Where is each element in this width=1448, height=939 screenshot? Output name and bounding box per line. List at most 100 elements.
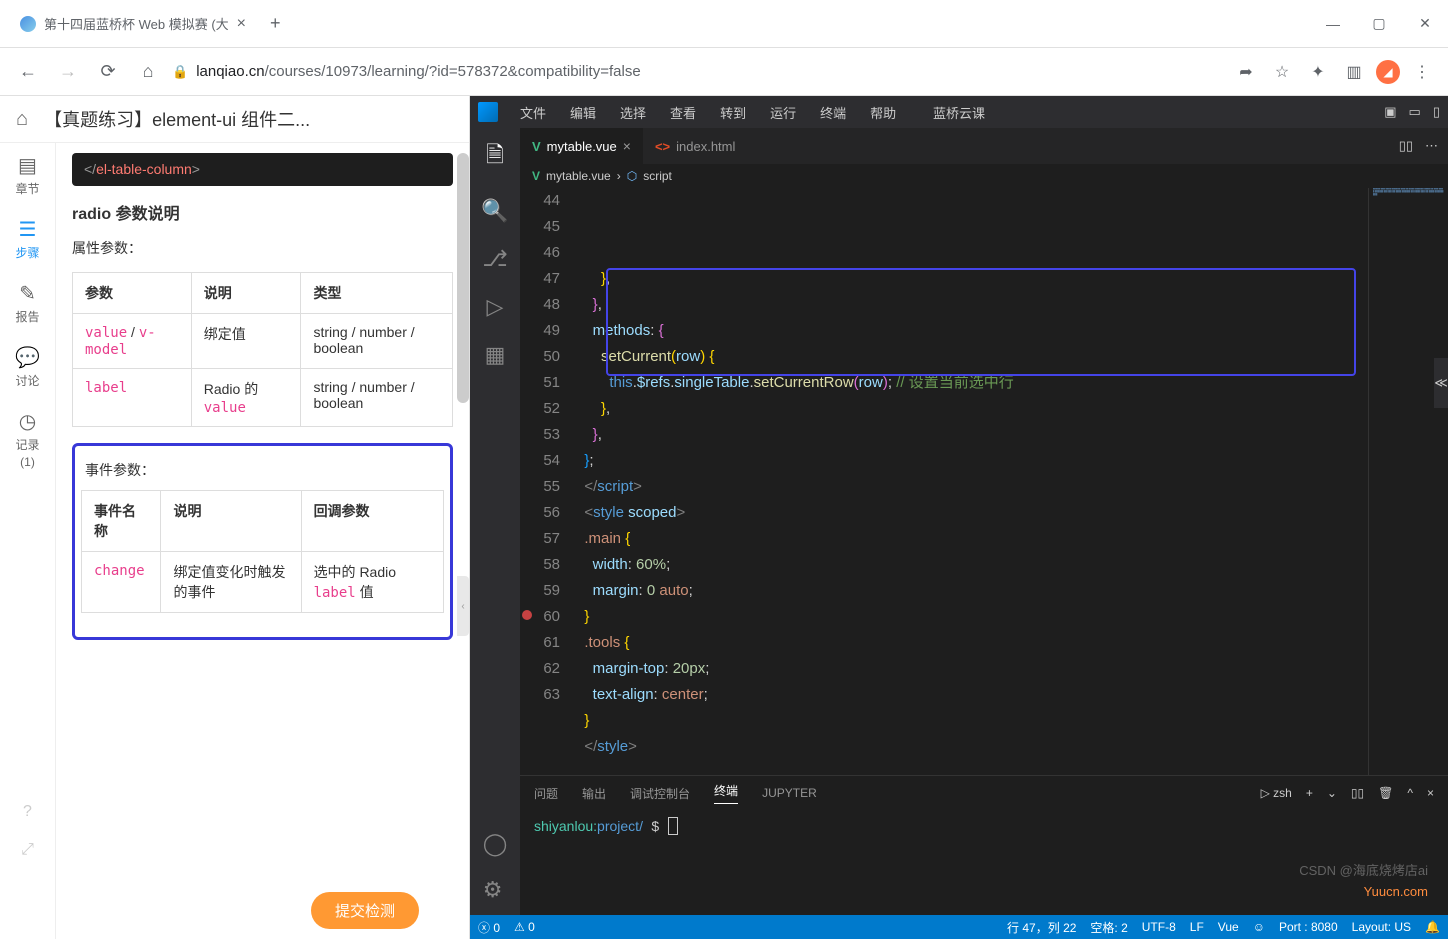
term-tab-output[interactable]: 输出 xyxy=(582,785,606,802)
source-control-icon[interactable]: ⎇ xyxy=(482,246,507,272)
status-eol[interactable]: LF xyxy=(1190,920,1204,934)
menu-run[interactable]: 运行 xyxy=(760,99,806,126)
minimize-icon[interactable]: — xyxy=(1310,4,1356,44)
tab-title: 第十四届蓝桥杯 Web 模拟赛 (大 xyxy=(44,14,229,33)
term-tab-jupyter[interactable]: JUPYTER xyxy=(762,786,817,800)
search-icon[interactable]: 🔍 xyxy=(481,198,508,224)
browser-tab[interactable]: 第十四届蓝桥杯 Web 模拟赛 (大 × xyxy=(8,5,258,43)
terminal-tabs: 问题 输出 调试控制台 终端 JUPYTER ▷ zsh + ⌄ ▯▯ 🗑 ^ xyxy=(520,776,1448,810)
debug-icon[interactable]: ▷ xyxy=(487,294,504,320)
chevron-up-icon[interactable]: ^ xyxy=(1407,786,1413,800)
table-row: value / v-model绑定值string / number / bool… xyxy=(73,314,453,369)
term-tab-terminal[interactable]: 终端 xyxy=(714,782,738,804)
reload-icon[interactable]: ⟳ xyxy=(92,61,124,82)
chevron-down-icon[interactable]: ⌄ xyxy=(1327,786,1337,800)
status-spaces[interactable]: 空格: 2 xyxy=(1090,919,1127,936)
sidebar-item-report[interactable]: ✎报告 xyxy=(15,281,39,325)
clock-icon: ◷ xyxy=(19,409,36,434)
menu-edit[interactable]: 编辑 xyxy=(560,99,606,126)
editor-tabs: Vmytable.vue× <>index.html ▯▯ ⋯ xyxy=(520,128,1448,164)
status-warnings[interactable]: ⚠ 0 xyxy=(514,920,535,934)
status-encoding[interactable]: UTF-8 xyxy=(1142,920,1176,934)
status-lang[interactable]: Vue xyxy=(1218,920,1239,934)
minimap[interactable]: █████ ███ ████ ██████ ███ ██ ████ ██████… xyxy=(1368,188,1448,775)
site-watermark: Yuucn.com xyxy=(1364,884,1428,899)
close-panel-icon[interactable]: × xyxy=(1427,786,1434,800)
code-area[interactable]: 4445464748495051525354555657585960616263… xyxy=(520,188,1448,775)
status-port[interactable]: Port : 8080 xyxy=(1279,920,1338,934)
extensions-icon[interactable]: ▦ xyxy=(485,342,506,368)
new-tab-button[interactable]: + xyxy=(270,13,281,34)
maximize-icon[interactable]: ▢ xyxy=(1356,4,1402,44)
vscode-menubar: 文件 编辑 选择 查看 转到 运行 终端 帮助 蓝桥云课 ▣ ▭ ▯ xyxy=(470,96,1448,128)
tab-index-html[interactable]: <>index.html xyxy=(643,128,747,164)
event-heading: 事件参数： xyxy=(85,460,444,480)
home-icon[interactable]: ⌂ xyxy=(132,61,164,82)
menu-help[interactable]: 帮助 xyxy=(860,99,906,126)
term-tab-debugconsole[interactable]: 调试控制台 xyxy=(630,785,690,802)
page-title: 【真题练习】element-ui 组件二... xyxy=(44,106,453,132)
status-feedback-icon[interactable]: ☺ xyxy=(1253,920,1265,934)
vscode-logo-icon xyxy=(478,102,498,122)
menu-terminal[interactable]: 终端 xyxy=(810,99,856,126)
menu-go[interactable]: 转到 xyxy=(710,99,756,126)
side-nav: ▤章节 ☰步骤 ✎报告 💬讨论 ◷记录(1) ? ⤢ xyxy=(0,143,56,939)
layout-bottom-icon[interactable]: ▭ xyxy=(1409,104,1421,120)
vscode-layout-icons: ▣ ▭ ▯ xyxy=(1384,104,1440,120)
breadcrumb[interactable]: V mytable.vue › ⬡ script xyxy=(520,164,1448,188)
breakpoint-dot-icon[interactable] xyxy=(522,610,532,620)
expand-icon[interactable]: ⤢ xyxy=(21,841,34,859)
scrollbar-thumb[interactable] xyxy=(457,153,469,403)
menu-file[interactable]: 文件 xyxy=(510,99,556,126)
share-icon[interactable]: ➦ xyxy=(1232,58,1260,86)
code[interactable]: }, }, methods: { setCurrent(row) { this.… xyxy=(576,188,1368,775)
trash-icon[interactable]: 🗑 xyxy=(1378,786,1393,800)
tab-mytable-vue[interactable]: Vmytable.vue× xyxy=(520,128,643,164)
close-icon[interactable]: × xyxy=(237,15,246,33)
code-snippet: </el-table-column> xyxy=(72,153,453,186)
split-terminal-icon[interactable]: ▯▯ xyxy=(1351,786,1364,800)
collapse-handle[interactable]: ‹ xyxy=(457,576,469,636)
status-bell-icon[interactable]: 🔔 xyxy=(1425,920,1440,934)
sidebar-item-chapters[interactable]: ▤章节 xyxy=(15,153,39,197)
lock-icon: 🔒 xyxy=(172,64,188,80)
more-icon[interactable]: ⋯ xyxy=(1425,138,1438,154)
sidebar-item-steps[interactable]: ☰步骤 xyxy=(15,217,39,261)
close-icon[interactable]: × xyxy=(623,138,631,154)
menu-select[interactable]: 选择 xyxy=(610,99,656,126)
terminal-cursor xyxy=(668,817,678,835)
status-errors[interactable]: ⓧ 0 xyxy=(478,919,500,936)
new-terminal-icon[interactable]: + xyxy=(1306,786,1313,800)
surf-extension-icon[interactable]: ◢ xyxy=(1376,60,1400,84)
close-window-icon[interactable]: ✕ xyxy=(1402,4,1448,44)
explorer-icon[interactable]: 🗎 xyxy=(486,138,504,176)
browser-titlebar: 第十四届蓝桥杯 Web 模拟赛 (大 × + — ▢ ✕ xyxy=(0,0,1448,48)
menu-view[interactable]: 查看 xyxy=(660,99,706,126)
status-cursor[interactable]: 行 47，列 22 xyxy=(1007,919,1076,936)
submit-button[interactable]: 提交检测 xyxy=(311,892,419,929)
home-icon[interactable]: ⌂ xyxy=(16,108,28,131)
cube-icon: ⬡ xyxy=(627,169,637,183)
side-panel-icon[interactable]: ▥ xyxy=(1340,58,1368,86)
extensions-icon[interactable]: ✦ xyxy=(1304,58,1332,86)
bookmark-icon[interactable]: ☆ xyxy=(1268,58,1296,86)
attr-heading: 属性参数： xyxy=(72,238,453,258)
status-layout[interactable]: Layout: US xyxy=(1352,920,1411,934)
split-editor-icon[interactable]: ▯▯ xyxy=(1399,138,1413,154)
layout-right-icon[interactable]: ▯ xyxy=(1433,104,1440,120)
gear-icon[interactable]: ⚙ xyxy=(483,877,508,903)
layout-left-icon[interactable]: ▣ xyxy=(1384,104,1396,120)
term-tab-problems[interactable]: 问题 xyxy=(534,785,558,802)
steps-icon: ☰ xyxy=(19,217,37,242)
help-icon[interactable]: ? xyxy=(23,803,32,821)
url-field[interactable]: 🔒 lanqiao.cn/courses/10973/learning/?id=… xyxy=(172,63,1224,80)
menu-icon[interactable]: ⋮ xyxy=(1408,58,1436,86)
sidebar-item-discuss[interactable]: 💬讨论 xyxy=(15,345,40,389)
forward-icon[interactable]: → xyxy=(52,61,84,82)
sidebar-item-record[interactable]: ◷记录(1) xyxy=(15,409,39,469)
account-icon[interactable]: ◯ xyxy=(483,831,508,857)
right-collapse-handle[interactable]: ≪ xyxy=(1434,358,1448,408)
csdn-watermark: CSDN @海底烧烤店ai xyxy=(1299,860,1428,879)
terminal-shell-label[interactable]: ▷ zsh xyxy=(1261,786,1292,800)
back-icon[interactable]: ← xyxy=(12,61,44,82)
